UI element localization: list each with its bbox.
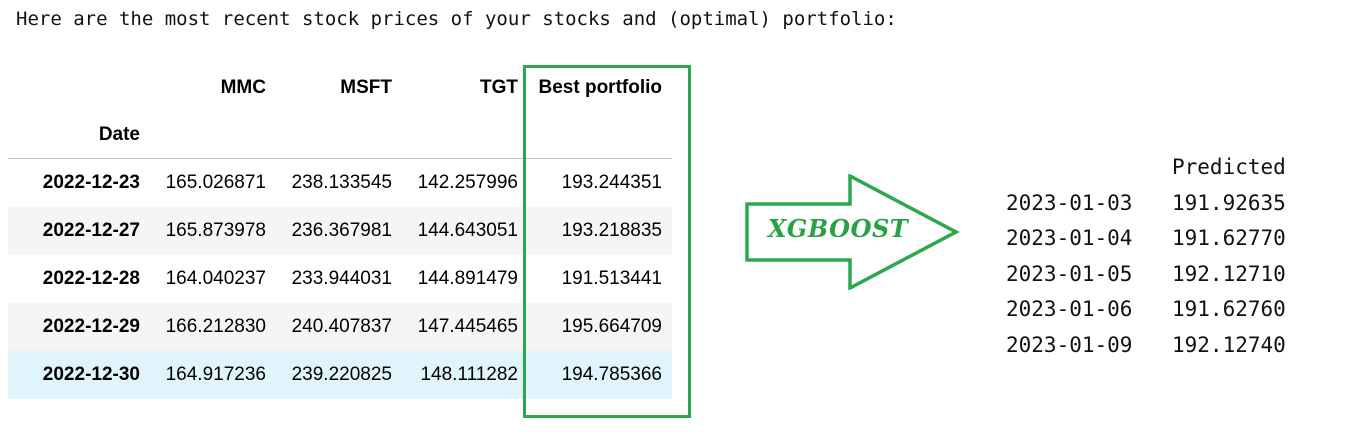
cell-tgt: 144.643051 bbox=[417, 219, 518, 241]
index-name: Date bbox=[8, 112, 150, 159]
row-date: 2022-12-27 bbox=[42, 219, 140, 241]
prediction-row: 2023-01-06 191.62760 bbox=[1006, 292, 1302, 328]
prediction-value: 191.62760 bbox=[1172, 297, 1286, 321]
cell-tgt: 144.891479 bbox=[417, 267, 518, 289]
prediction-date: 2023-01-09 bbox=[1006, 332, 1133, 357]
prediction-date: 2023-01-05 bbox=[1006, 261, 1133, 286]
cell-best-portfolio: 195.664709 bbox=[561, 315, 662, 337]
prediction-row: 2023-01-09 192.12740 bbox=[1006, 328, 1302, 364]
prediction-date: 2023-01-04 bbox=[1006, 226, 1133, 250]
table-row: 2022-12-29 166.212830 240.407837 147.445… bbox=[8, 302, 672, 351]
column-header-best-portfolio: Best portfolio bbox=[538, 77, 663, 98]
index-corner bbox=[8, 64, 150, 112]
prediction-index-spacer bbox=[1006, 150, 1172, 186]
column-header-mmc: MMC bbox=[220, 77, 266, 98]
cell-msft: 239.220825 bbox=[291, 363, 392, 385]
prediction-output: Predicted 2023-01-03 191.92635 2023-01-0… bbox=[1006, 150, 1302, 363]
prediction-value: 191.62770 bbox=[1172, 226, 1286, 250]
prediction-row: 2023-01-04 191.62770 bbox=[1006, 221, 1302, 257]
prediction-value: 191.92635 bbox=[1172, 190, 1286, 215]
prediction-value: 192.12740 bbox=[1172, 332, 1286, 357]
cell-msft: 236.367981 bbox=[291, 219, 392, 241]
cell-tgt: 142.257996 bbox=[417, 171, 518, 193]
cell-mmc: 165.026871 bbox=[165, 171, 266, 193]
cell-best-portfolio: 193.244351 bbox=[561, 171, 662, 193]
cell-best-portfolio: 191.513441 bbox=[561, 267, 662, 289]
cell-best-portfolio: 194.785366 bbox=[561, 363, 662, 385]
cell-mmc: 166.212830 bbox=[165, 315, 266, 337]
prediction-value: 192.12710 bbox=[1172, 261, 1286, 286]
row-date: 2022-12-29 bbox=[42, 315, 140, 337]
row-date: 2022-12-30 bbox=[42, 363, 140, 385]
index-name-spacer bbox=[528, 112, 672, 159]
cell-mmc: 164.917236 bbox=[165, 363, 266, 385]
index-name-spacer bbox=[402, 112, 528, 159]
prediction-date: 2023-01-06 bbox=[1006, 297, 1133, 321]
index-name-spacer bbox=[276, 112, 402, 159]
row-date: 2022-12-28 bbox=[42, 267, 140, 289]
row-date: 2022-12-23 bbox=[42, 171, 140, 193]
column-header-row: MMC MSFT TGT Best portfolio bbox=[8, 64, 672, 112]
table-row: 2022-12-27 165.873978 236.367981 144.643… bbox=[8, 206, 672, 255]
prediction-header-row: Predicted bbox=[1006, 150, 1302, 186]
index-name-row: Date bbox=[8, 112, 672, 159]
table-row: 2022-12-23 165.026871 238.133545 142.257… bbox=[8, 159, 672, 207]
cell-msft: 233.944031 bbox=[291, 267, 392, 289]
prediction-date: 2023-01-03 bbox=[1006, 190, 1133, 215]
column-header-tgt: TGT bbox=[480, 77, 518, 98]
cell-msft: 240.407837 bbox=[291, 315, 392, 337]
column-header-msft: MSFT bbox=[340, 77, 392, 98]
cell-tgt: 148.111282 bbox=[420, 363, 518, 385]
intro-text: Here are the most recent stock prices of… bbox=[16, 8, 897, 30]
cell-mmc: 164.040237 bbox=[165, 267, 266, 289]
cell-best-portfolio: 193.218835 bbox=[561, 219, 662, 241]
prediction-row: 2023-01-03 191.92635 bbox=[1006, 186, 1302, 222]
table-row-hovered: 2022-12-30 164.917236 239.220825 148.111… bbox=[8, 350, 672, 399]
cell-msft: 238.133545 bbox=[291, 171, 392, 193]
prediction-row: 2023-01-05 192.12710 bbox=[1006, 257, 1302, 293]
table-row: 2022-12-28 164.040237 233.944031 144.891… bbox=[8, 255, 672, 303]
xgboost-label: XGBOOST bbox=[767, 214, 909, 243]
prediction-header: Predicted bbox=[1172, 155, 1286, 179]
cell-mmc: 165.873978 bbox=[165, 219, 266, 241]
cell-tgt: 147.445465 bbox=[417, 315, 518, 337]
index-name-spacer bbox=[150, 112, 276, 159]
stock-prices-table: MMC MSFT TGT Best portfolio Date 2022-12… bbox=[8, 64, 672, 399]
